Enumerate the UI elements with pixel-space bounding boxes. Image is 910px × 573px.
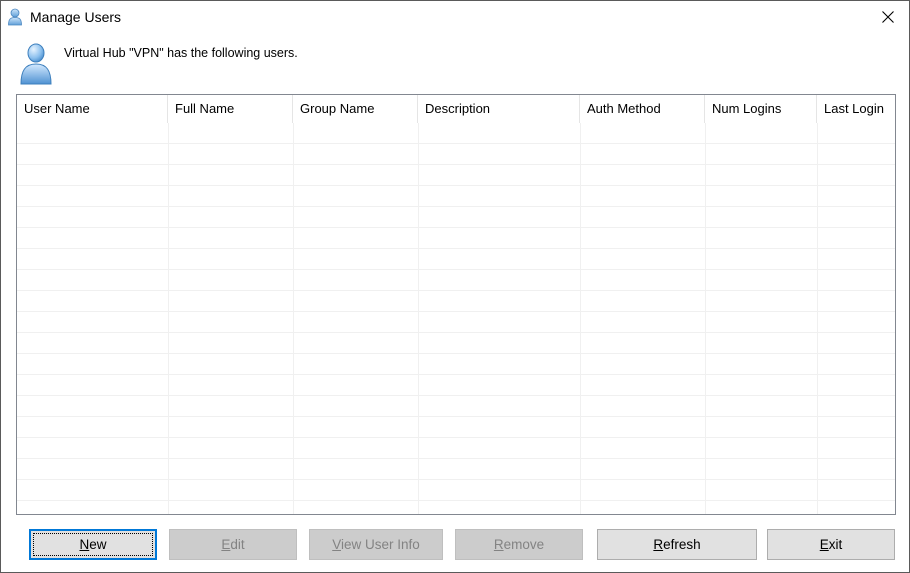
- user-icon: [7, 8, 23, 26]
- manage-users-window: Manage Users Virtual Hub "VPN" has the f…: [0, 0, 910, 573]
- column-header-auth-method[interactable]: Auth Method: [580, 95, 705, 123]
- empty-row-line: [17, 186, 895, 207]
- empty-row-line: [17, 207, 895, 228]
- empty-row-line: [17, 270, 895, 291]
- empty-row-line: [17, 375, 895, 396]
- column-header-full-name[interactable]: Full Name: [168, 95, 293, 123]
- edit-button[interactable]: Edit: [169, 529, 297, 560]
- column-header-last-login[interactable]: Last Login: [817, 95, 895, 123]
- empty-row-line: [17, 228, 895, 249]
- view-user-info-button[interactable]: View User Info: [309, 529, 443, 560]
- empty-row-line: [17, 396, 895, 417]
- empty-row-line: [17, 333, 895, 354]
- title-bar: Manage Users: [1, 1, 909, 33]
- refresh-button[interactable]: Refresh: [597, 529, 757, 560]
- close-button[interactable]: [867, 1, 909, 33]
- empty-row-line: [17, 417, 895, 438]
- empty-row-line: [17, 291, 895, 312]
- column-header-group-name[interactable]: Group Name: [293, 95, 418, 123]
- empty-row-line: [17, 165, 895, 186]
- window-title: Manage Users: [30, 9, 122, 25]
- empty-row-line: [17, 480, 895, 501]
- column-header-user-name[interactable]: User Name: [17, 95, 168, 123]
- user-avatar-icon: [19, 43, 53, 85]
- column-header-num-logins[interactable]: Num Logins: [705, 95, 817, 123]
- new-button[interactable]: New: [29, 529, 157, 560]
- empty-row-line: [17, 123, 895, 144]
- list-body: [17, 123, 895, 514]
- close-icon: [882, 11, 894, 23]
- column-header-description[interactable]: Description: [418, 95, 580, 123]
- remove-button[interactable]: Remove: [455, 529, 583, 560]
- empty-row-line: [17, 354, 895, 375]
- empty-row-line: [17, 459, 895, 480]
- exit-button[interactable]: Exit: [767, 529, 895, 560]
- empty-row-line: [17, 438, 895, 459]
- empty-row-line: [17, 312, 895, 333]
- empty-row-line: [17, 144, 895, 165]
- header-message: Virtual Hub "VPN" has the following user…: [64, 46, 298, 60]
- empty-row-line: [17, 249, 895, 270]
- users-list-view[interactable]: User Name Full Name Group Name Descripti…: [16, 94, 896, 515]
- list-header: User Name Full Name Group Name Descripti…: [17, 95, 895, 125]
